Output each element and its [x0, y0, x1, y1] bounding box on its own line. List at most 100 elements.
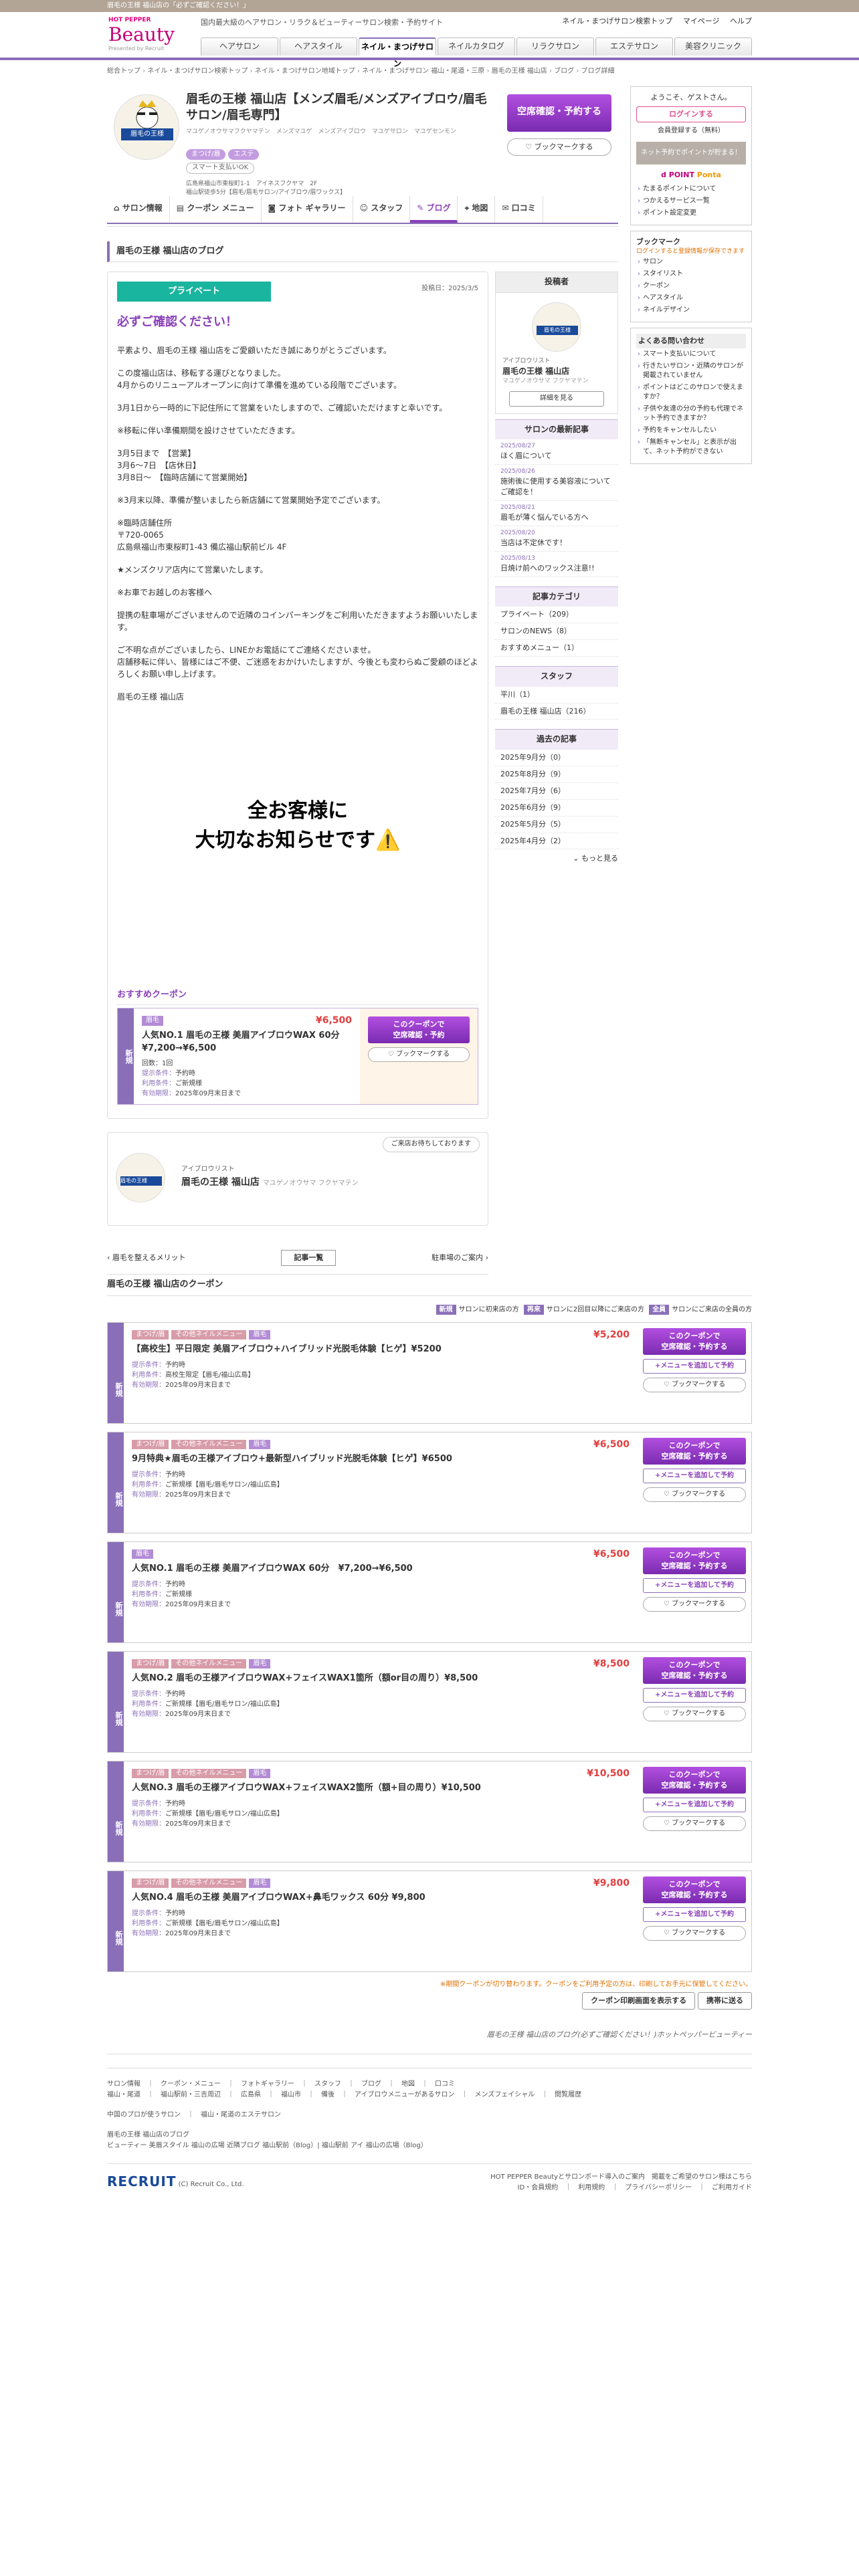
header-link-nail-top[interactable]: ネイル・まつげサロン検索トップ — [562, 17, 672, 25]
latest-post-item[interactable]: 2025/08/21 眉毛が薄く悩んでいる方へ — [495, 501, 618, 526]
coupon-name[interactable]: 【高校生】平日限定 美眉アイブロウ+ハイブリッド光脱毛体験【ヒゲ】¥5200 — [132, 1344, 630, 1356]
coupon-bookmark-button[interactable]: ♡ ブックマークする — [643, 1377, 746, 1392]
footer-cta[interactable]: HOT PEPPER Beautyとサロンボード導入のご案内 掲載をご希望のサロ… — [490, 2172, 752, 2183]
archive-item[interactable]: 2025年4月分（2） — [495, 833, 618, 850]
coupon-bookmark-button[interactable]: ♡ ブックマークする — [643, 1596, 746, 1612]
add-menu-button[interactable]: +メニューを追加して予約 — [643, 1907, 746, 1922]
coupon-book-button[interactable]: このクーポンで 空席確認・予約する — [643, 1656, 746, 1684]
bookmark-link[interactable]: ネイルデザイン — [636, 304, 746, 316]
faq-link[interactable]: 行きたいサロン・近隣のサロンが掲載されていません — [636, 360, 746, 382]
more-archives-link[interactable]: ⌄ もっと見る — [495, 853, 618, 864]
faq-link[interactable]: 子供や友達の分の予約も代理でネット予約できますか？ — [636, 403, 746, 425]
smart-pay-badge[interactable]: スマート支払いOK — [186, 163, 255, 174]
post-list-button[interactable]: 記事一覧 — [281, 1250, 337, 1267]
points-banner[interactable]: ネット予約でポイントが貯まる！ — [636, 141, 746, 165]
coupon-bookmark-button[interactable]: ♡ ブックマークする — [368, 1047, 470, 1063]
point-link[interactable]: たまるポイントについて — [636, 183, 746, 195]
send-mobile-button[interactable]: 携帯に送る — [698, 1992, 752, 2010]
crumb-item[interactable]: ブログ — [547, 68, 574, 75]
recruit-logo[interactable]: RECRUIT — [107, 2173, 176, 2189]
archive-item[interactable]: 2025年7月分（6） — [495, 783, 618, 800]
tab-photo[interactable]: ◙ フォト ギャラリー — [262, 195, 353, 223]
poster-detail-button[interactable]: 詳細を見る — [509, 391, 604, 407]
latest-post-item[interactable]: 2025/08/26 施術後に使用する美容液についてご確認を！ — [495, 465, 618, 502]
crumb-item[interactable]: ネイル・まつげサロン検索トップ — [140, 68, 248, 75]
coupon-book-button[interactable]: このクーポンで 空席確認・予約する — [643, 1766, 746, 1794]
footer-links[interactable]: 中国のプロが使うサロン ｜ 福山・尾道のエステサロン — [107, 2110, 752, 2121]
coupon-name[interactable]: 人気NO.1 眉毛の王様 美眉アイブロウWAX 60分 ¥7,200→¥6,50… — [132, 1563, 630, 1576]
coupon-bookmark-button[interactable]: ♡ ブックマークする — [643, 1816, 746, 1831]
bookmark-button[interactable]: ♡ ブックマークする — [507, 138, 611, 156]
next-post-link[interactable]: 駐車場のご案内 › — [432, 1253, 488, 1263]
coupon-book-button[interactable]: このクーポンで 空席確認・予約する — [643, 1876, 746, 1903]
point-link[interactable]: ポイント設定変更 — [636, 207, 746, 219]
tab-coupon[interactable]: ▤ クーポン メニュー — [170, 195, 262, 223]
nav-nail-eyelash[interactable]: ネイル・まつげサロン — [359, 37, 436, 68]
faq-link[interactable]: 予約をキャンセルしたい — [636, 425, 746, 437]
header-link-help[interactable]: ヘルプ — [730, 17, 752, 25]
tab-blog[interactable]: ✎ ブログ — [410, 195, 458, 223]
tab-salon-info[interactable]: ⌂ サロン情報 — [107, 195, 170, 223]
bookmark-link[interactable]: ヘアスタイル — [636, 292, 746, 304]
staff-item[interactable]: 平川（1） — [495, 687, 618, 704]
register-link[interactable]: 会員登録する（無料） — [636, 126, 746, 136]
faq-link[interactable]: ポイントはどこのサロンで使えますか？ — [636, 382, 746, 403]
nav-relax[interactable]: リラクサロン — [516, 37, 594, 56]
coupon-bookmark-button[interactable]: ♡ ブックマークする — [643, 1706, 746, 1721]
nav-hairstyle[interactable]: ヘアスタイル — [280, 37, 357, 56]
nav-hair[interactable]: ヘアサロン — [201, 37, 278, 56]
category-item[interactable]: おすすめメニュー（1） — [495, 640, 618, 657]
archive-item[interactable]: 2025年9月分（0） — [495, 750, 618, 766]
coupon-bookmark-button[interactable]: ♡ ブックマークする — [643, 1487, 746, 1502]
staff-item[interactable]: 眉毛の王様 福山店（216） — [495, 704, 618, 720]
footer-legal[interactable]: ID・会員規約 ｜ 利用規約 ｜ プライバシーポリシー ｜ ご利用ガイド — [490, 2183, 752, 2193]
coupon-book-button[interactable]: このクーポンで 空席確認・予約する — [643, 1327, 746, 1355]
crumb-item[interactable]: 眉毛の王様 福山店 — [484, 68, 547, 75]
category-item[interactable]: サロンのNEWS（8） — [495, 623, 618, 641]
coupon-name[interactable]: 人気NO.4 眉毛の王様 美眉アイブロウWAX+鼻毛ワックス 60分 ¥9,80… — [132, 1892, 630, 1905]
add-menu-button[interactable]: +メニューを追加して予約 — [643, 1468, 746, 1483]
coupon-name[interactable]: 人気NO.2 眉毛の王様アイブロウWAX+フェイスWAX1箇所（額or目の周り）… — [132, 1673, 630, 1685]
crumb-item[interactable]: ネイル・まつげサロン地域トップ — [248, 68, 355, 75]
crumb-item[interactable]: 総合トップ — [107, 68, 140, 75]
archive-item[interactable]: 2025年8月分（9） — [495, 766, 618, 783]
coupon-name[interactable]: 人気NO.1 眉毛の王様 美眉アイブロウWAX 60分 ¥7,200→¥6,50… — [142, 1030, 352, 1055]
bookmark-link[interactable]: クーポン — [636, 280, 746, 292]
latest-post-item[interactable]: 2025/08/27 ほく眉について — [495, 439, 618, 465]
coupon-name[interactable]: 人気NO.3 眉毛の王様アイブロウWAX+フェイスWAX2箇所（額+目の周り）¥… — [132, 1782, 630, 1795]
print-coupon-button[interactable]: クーポン印刷画面を表示する — [582, 1992, 696, 2010]
point-link[interactable]: つかえるサービス一覧 — [636, 195, 746, 207]
bookmark-link[interactable]: スタイリスト — [636, 268, 746, 280]
category-item[interactable]: プライベート（209） — [495, 607, 618, 624]
coupon-name[interactable]: 9月特典★眉毛の王様アイブロウ+最新型ハイブリッド光脱毛体験【ヒゲ】¥6500 — [132, 1453, 630, 1466]
coupon-book-button[interactable]: このクーポンで 空席確認・予約する — [643, 1437, 746, 1465]
add-menu-button[interactable]: +メニューを追加して予約 — [643, 1358, 746, 1374]
latest-post-item[interactable]: 2025/08/20 当店は不定休です！ — [495, 526, 618, 552]
nav-esthe[interactable]: エステサロン — [595, 37, 673, 56]
tab-staff[interactable]: ☺ スタッフ — [353, 195, 411, 223]
post-category-tag[interactable]: プライベート — [117, 282, 271, 302]
header-link-mypage[interactable]: マイページ — [683, 17, 720, 25]
login-button[interactable]: ログインする — [636, 106, 746, 123]
bookmark-link[interactable]: サロン — [636, 256, 746, 268]
add-menu-button[interactable]: +メニューを追加して予約 — [643, 1687, 746, 1703]
coupon-bookmark-button[interactable]: ♡ ブックマークする — [643, 1925, 746, 1941]
tab-map[interactable]: ⌖ 地図 — [458, 195, 496, 223]
footer-links[interactable]: 福山・尾道 ｜ 福山駅前・三吉周辺 ｜ 広島県 ｜ 福山市 ｜ 備後 ｜ アイブ… — [107, 2090, 752, 2101]
nav-nail-catalog[interactable]: ネイルカタログ — [438, 37, 515, 56]
prev-post-link[interactable]: ‹ 眉毛を整えるメリット — [107, 1253, 186, 1263]
footer-links[interactable]: サロン情報 ｜ クーポン・メニュー ｜ フォトギャラリー ｜ スタッフ ｜ ブロ… — [107, 2079, 752, 2090]
latest-post-item[interactable]: 2025/08/13 日焼け前へのワックス注意!! — [495, 552, 618, 577]
coupon-book-button[interactable]: このクーポンで 空席確認・予約する — [643, 1547, 746, 1574]
archive-item[interactable]: 2025年6月分（9） — [495, 800, 618, 817]
archive-item[interactable]: 2025年5月分（5） — [495, 817, 618, 833]
add-menu-button[interactable]: +メニューを追加して予約 — [643, 1797, 746, 1812]
book-button[interactable]: 空席確認・予約する — [507, 94, 611, 132]
tab-reviews[interactable]: ✉ 口コミ — [495, 195, 543, 223]
crumb-item[interactable]: ネイル・まつげサロン 福山・尾道・三原 — [355, 68, 485, 75]
brand-logo[interactable]: HOT PEPPER Beauty Presented by Recruit — [108, 16, 182, 53]
add-menu-button[interactable]: +メニューを追加して予約 — [643, 1578, 746, 1593]
faq-link[interactable]: スマート支払いについて — [636, 348, 746, 360]
faq-link[interactable]: 「無断キャンセル」と表示が出て、ネット予約ができない — [636, 437, 746, 458]
nav-clinic[interactable]: 美容クリニック — [674, 37, 752, 56]
